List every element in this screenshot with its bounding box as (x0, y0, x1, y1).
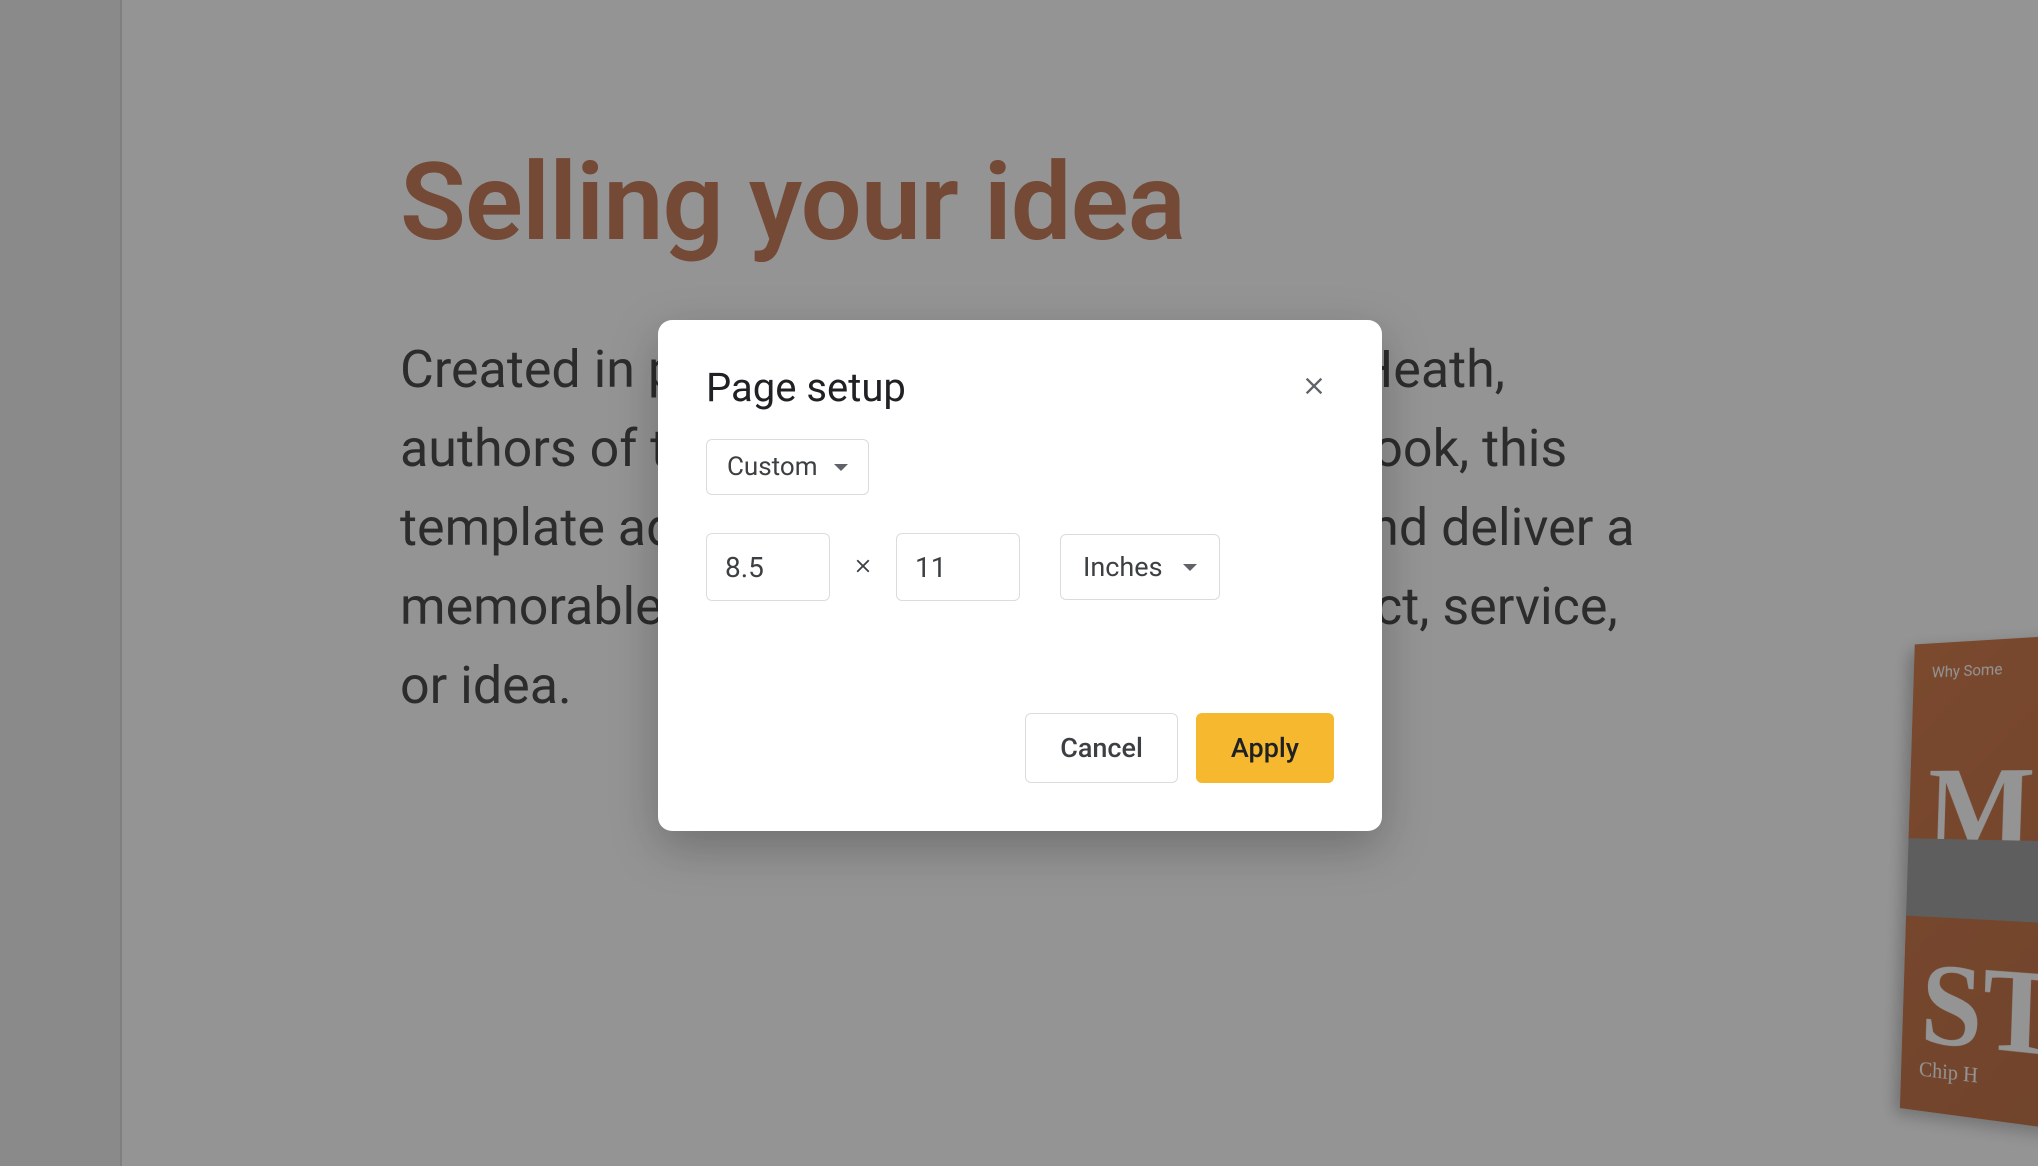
units-dropdown-label: Inches (1083, 551, 1163, 583)
dialog-header: Page setup (658, 320, 1382, 439)
preset-dropdown-label: Custom (727, 452, 818, 482)
cancel-button[interactable]: Cancel (1025, 713, 1178, 783)
page-setup-dialog: Page setup Custom Inches (658, 320, 1382, 831)
apply-button[interactable]: Apply (1196, 713, 1334, 783)
dialog-body: Custom Inches (658, 439, 1382, 641)
dimension-row: Inches (706, 533, 1334, 601)
times-icon (852, 551, 874, 584)
chevron-down-icon (1183, 564, 1197, 571)
height-input[interactable] (896, 533, 1020, 601)
close-icon (1300, 370, 1328, 406)
units-dropdown[interactable]: Inches (1060, 534, 1220, 600)
dialog-title: Page setup (706, 364, 906, 411)
close-button[interactable] (1294, 368, 1334, 408)
dialog-footer: Cancel Apply (658, 641, 1382, 831)
chevron-down-icon (834, 464, 848, 471)
preset-dropdown[interactable]: Custom (706, 439, 869, 495)
width-input[interactable] (706, 533, 830, 601)
canvas-area: Selling your idea Created in partnership… (0, 0, 2038, 1166)
